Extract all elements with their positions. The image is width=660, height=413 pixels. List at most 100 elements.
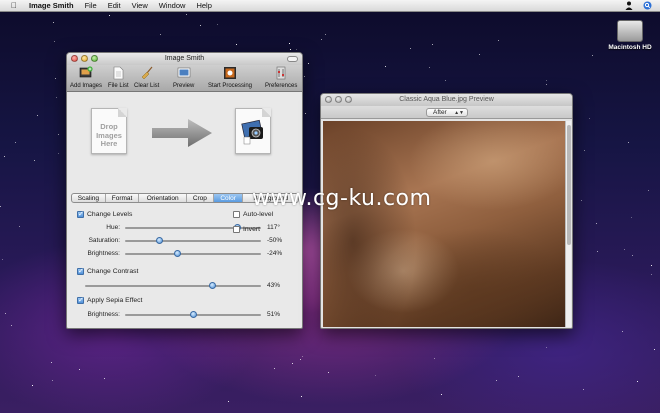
change-levels-box[interactable] xyxy=(77,210,84,218)
preview-button[interactable]: Preview xyxy=(173,66,194,89)
sepia-brightness-slider[interactable] xyxy=(125,311,261,318)
invert-box[interactable] xyxy=(233,226,240,233)
brightness-row: Brightness: -24% xyxy=(67,250,302,258)
change-contrast-box[interactable] xyxy=(77,267,84,275)
preview-icon xyxy=(177,67,190,78)
apply-sepia-label: Apply Sepia Effect xyxy=(87,297,143,304)
change-contrast-checkbox[interactable]: Change Contrast xyxy=(77,267,139,275)
clear-list-label: Clear List xyxy=(134,83,160,89)
hue-row: Hue: 117° xyxy=(67,224,302,232)
toolbar: Add Images File List Clear List Preview … xyxy=(67,65,302,92)
auto-level-box[interactable] xyxy=(233,211,240,218)
window-title: Image Smith xyxy=(164,55,205,62)
saturation-label: Saturation: xyxy=(88,237,120,244)
output-document xyxy=(235,108,271,154)
invert-checkbox[interactable]: Invert xyxy=(233,226,260,233)
preferences-icon xyxy=(276,66,286,80)
auto-level-label: Auto-level xyxy=(243,211,274,218)
change-levels-checkbox[interactable]: Change Levels xyxy=(77,210,133,218)
zoom-button[interactable] xyxy=(91,55,98,62)
menu-window[interactable]: Window xyxy=(159,1,186,10)
sepia-brightness-value: 51% xyxy=(267,311,281,318)
spotlight-search-icon[interactable] xyxy=(643,1,652,10)
menubar:  Image Smith File Edit View Window Help xyxy=(0,0,660,12)
preview-zoom-button[interactable] xyxy=(345,96,352,103)
color-settings-panel: Change Levels Auto-level Hue: 117° Inver… xyxy=(67,206,302,328)
tab-color[interactable]: Color xyxy=(213,194,244,202)
add-images-icon xyxy=(79,66,93,78)
add-images-label: Add Images xyxy=(70,83,103,89)
hard-drive-icon xyxy=(617,20,643,42)
menu-app-name[interactable]: Image Smith xyxy=(29,1,74,10)
tab-format[interactable]: Format xyxy=(106,194,140,202)
saturation-slider-knob[interactable] xyxy=(156,237,163,244)
toolbar-toggle-button[interactable] xyxy=(287,56,298,62)
start-processing-icon xyxy=(224,67,237,79)
apply-sepia-box[interactable] xyxy=(77,296,84,304)
watermark-text: www.cg-ku.com xyxy=(252,186,432,211)
tab-orientation[interactable]: Orientation xyxy=(139,194,187,202)
contrast-slider-knob[interactable] xyxy=(208,282,216,289)
menu-help[interactable]: Help xyxy=(196,1,211,10)
brightness-value: -24% xyxy=(267,250,283,257)
brightness-slider-knob[interactable] xyxy=(173,250,181,257)
saturation-row: Saturation: -50% xyxy=(67,237,302,245)
preview-label: Preview xyxy=(173,83,195,89)
preview-titlebar[interactable]: Classic Aqua Blue.jpg Preview xyxy=(321,94,572,106)
file-list-label: File List xyxy=(108,83,129,89)
user-icon[interactable] xyxy=(625,1,633,10)
tab-crop[interactable]: Crop xyxy=(187,194,214,202)
brightness-slider[interactable] xyxy=(125,250,261,257)
add-images-button[interactable]: Add Images xyxy=(70,66,102,89)
preview-scrollbar-thumb[interactable] xyxy=(567,125,571,245)
preview-scrollbar[interactable] xyxy=(565,121,571,327)
drive-label: Macintosh HD xyxy=(608,44,652,51)
image-app-icon xyxy=(241,119,263,145)
clear-list-button[interactable]: Clear List xyxy=(134,66,159,89)
minimize-button[interactable] xyxy=(81,55,88,62)
saturation-slider[interactable] xyxy=(125,237,261,244)
preview-toolbar: After ▲▼ xyxy=(321,106,572,119)
menu-file[interactable]: File xyxy=(85,1,97,10)
invert-label: Invert xyxy=(243,226,260,233)
change-levels-label: Change Levels xyxy=(87,211,133,218)
start-processing-label: Start Processing xyxy=(208,83,253,89)
before-after-select[interactable]: After ▲▼ xyxy=(426,108,468,117)
contrast-slider[interactable] xyxy=(85,282,261,289)
preferences-button[interactable]: Preferences xyxy=(265,66,297,89)
image-drop-area[interactable]: Drop Images Here xyxy=(67,92,302,177)
broom-icon xyxy=(141,66,153,80)
menu-edit[interactable]: Edit xyxy=(108,1,121,10)
tab-scaling[interactable]: Scaling xyxy=(72,194,106,202)
preview-image xyxy=(323,121,565,327)
change-contrast-label: Change Contrast xyxy=(87,268,139,275)
start-processing-button[interactable]: Start Processing xyxy=(208,66,252,89)
drop-images-text: Drop Images Here xyxy=(96,122,122,148)
preferences-label: Preferences xyxy=(265,83,298,89)
close-button[interactable] xyxy=(71,55,78,62)
apply-sepia-checkbox[interactable]: Apply Sepia Effect xyxy=(77,296,143,304)
file-list-icon xyxy=(114,66,124,80)
sepia-brightness-row: Brightness: 51% xyxy=(67,311,302,319)
contrast-row: 43% xyxy=(67,282,302,290)
process-arrow-icon xyxy=(152,119,212,147)
preview-close-button[interactable] xyxy=(325,96,332,103)
apple-logo-icon[interactable]:  xyxy=(9,1,19,10)
hue-value: 117° xyxy=(267,224,280,231)
contrast-value: 43% xyxy=(267,282,281,289)
file-list-button[interactable]: File List xyxy=(108,66,129,89)
window-titlebar[interactable]: Image Smith xyxy=(67,53,302,65)
drop-images-document: Drop Images Here xyxy=(91,108,127,154)
preview-window: Classic Aqua Blue.jpg Preview After ▲▼ xyxy=(320,93,573,329)
hue-label: Hue: xyxy=(106,224,120,231)
brightness-label: Brightness: xyxy=(87,250,120,257)
sepia-brightness-label: Brightness: xyxy=(87,311,120,318)
macintosh-hd-desktop-icon[interactable]: Macintosh HD xyxy=(604,20,656,51)
preview-title: Classic Aqua Blue.jpg Preview xyxy=(399,96,494,103)
saturation-value: -50% xyxy=(267,237,283,244)
before-after-value: After xyxy=(433,109,447,116)
sepia-brightness-slider-knob[interactable] xyxy=(190,311,197,318)
menu-view[interactable]: View xyxy=(132,1,148,10)
preview-minimize-button[interactable] xyxy=(335,96,342,103)
auto-level-checkbox[interactable]: Auto-level xyxy=(233,211,273,218)
